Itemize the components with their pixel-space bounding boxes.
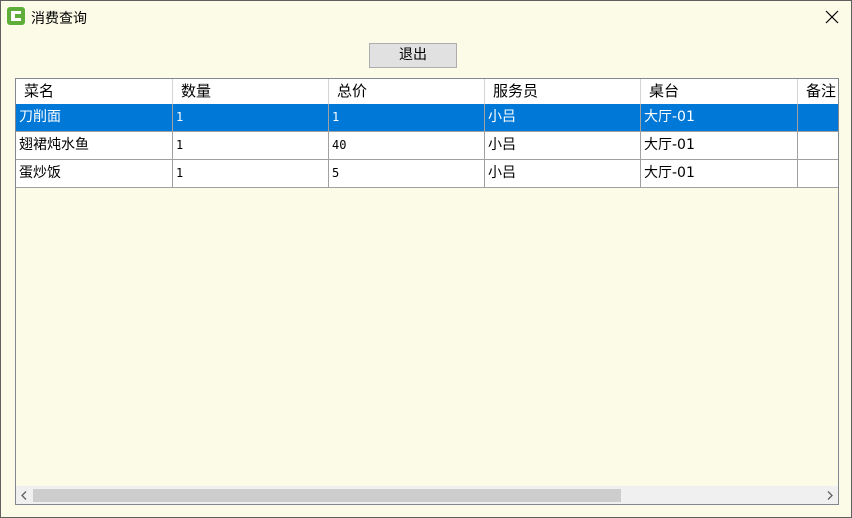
consumption-table[interactable]: 菜名 数量 总价 服务员 桌台 备注 刀削面 1 1 小吕 大厅-01 翅裙炖水… bbox=[15, 78, 839, 505]
window-title: 消费查询 bbox=[31, 11, 87, 27]
cell-note bbox=[798, 132, 838, 160]
cell-waiter: 小吕 bbox=[485, 104, 641, 132]
column-header-total[interactable]: 总价 bbox=[329, 79, 485, 104]
chevron-right-icon bbox=[827, 491, 833, 500]
close-button[interactable] bbox=[813, 1, 851, 33]
column-header-note[interactable]: 备注 bbox=[798, 79, 838, 104]
cell-table: 大厅-01 bbox=[641, 132, 798, 160]
cell-waiter: 小吕 bbox=[485, 132, 641, 160]
title-bar: 消费查询 bbox=[1, 1, 851, 33]
cell-table: 大厅-01 bbox=[641, 160, 798, 188]
query-window: 消费查询 退出 菜名 数量 总价 服务员 桌台 备注 刀削面 1 1 小吕 大厅… bbox=[0, 0, 852, 518]
cell-total: 40 bbox=[329, 132, 485, 160]
cell-quantity: 1 bbox=[173, 132, 329, 160]
cell-total: 5 bbox=[329, 160, 485, 188]
table-header: 菜名 数量 总价 服务员 桌台 备注 bbox=[16, 79, 838, 105]
column-header-waiter[interactable]: 服务员 bbox=[485, 79, 641, 104]
column-header-table[interactable]: 桌台 bbox=[641, 79, 798, 104]
cell-note bbox=[798, 160, 838, 188]
cell-quantity: 1 bbox=[173, 104, 329, 132]
horizontal-scrollbar[interactable] bbox=[16, 486, 838, 504]
scroll-left-button[interactable] bbox=[16, 487, 33, 504]
cell-dish: 翅裙炖水鱼 bbox=[16, 132, 173, 160]
close-icon bbox=[825, 10, 839, 24]
table-row[interactable]: 翅裙炖水鱼 1 40 小吕 大厅-01 bbox=[16, 132, 838, 160]
exit-button[interactable]: 退出 bbox=[369, 43, 457, 68]
table-row[interactable]: 刀削面 1 1 小吕 大厅-01 bbox=[16, 104, 838, 132]
chevron-left-icon bbox=[21, 491, 27, 500]
cell-dish: 刀削面 bbox=[16, 104, 173, 132]
cell-dish: 蛋炒饭 bbox=[16, 160, 173, 188]
scroll-right-button[interactable] bbox=[821, 487, 838, 504]
cell-quantity: 1 bbox=[173, 160, 329, 188]
cell-waiter: 小吕 bbox=[485, 160, 641, 188]
scroll-thumb[interactable] bbox=[33, 489, 621, 502]
cell-table: 大厅-01 bbox=[641, 104, 798, 132]
column-header-dish[interactable]: 菜名 bbox=[16, 79, 173, 104]
cell-note bbox=[798, 104, 838, 132]
app-icon bbox=[7, 7, 25, 25]
cell-total: 1 bbox=[329, 104, 485, 132]
table-row[interactable]: 蛋炒饭 1 5 小吕 大厅-01 bbox=[16, 160, 838, 188]
column-header-quantity[interactable]: 数量 bbox=[173, 79, 329, 104]
